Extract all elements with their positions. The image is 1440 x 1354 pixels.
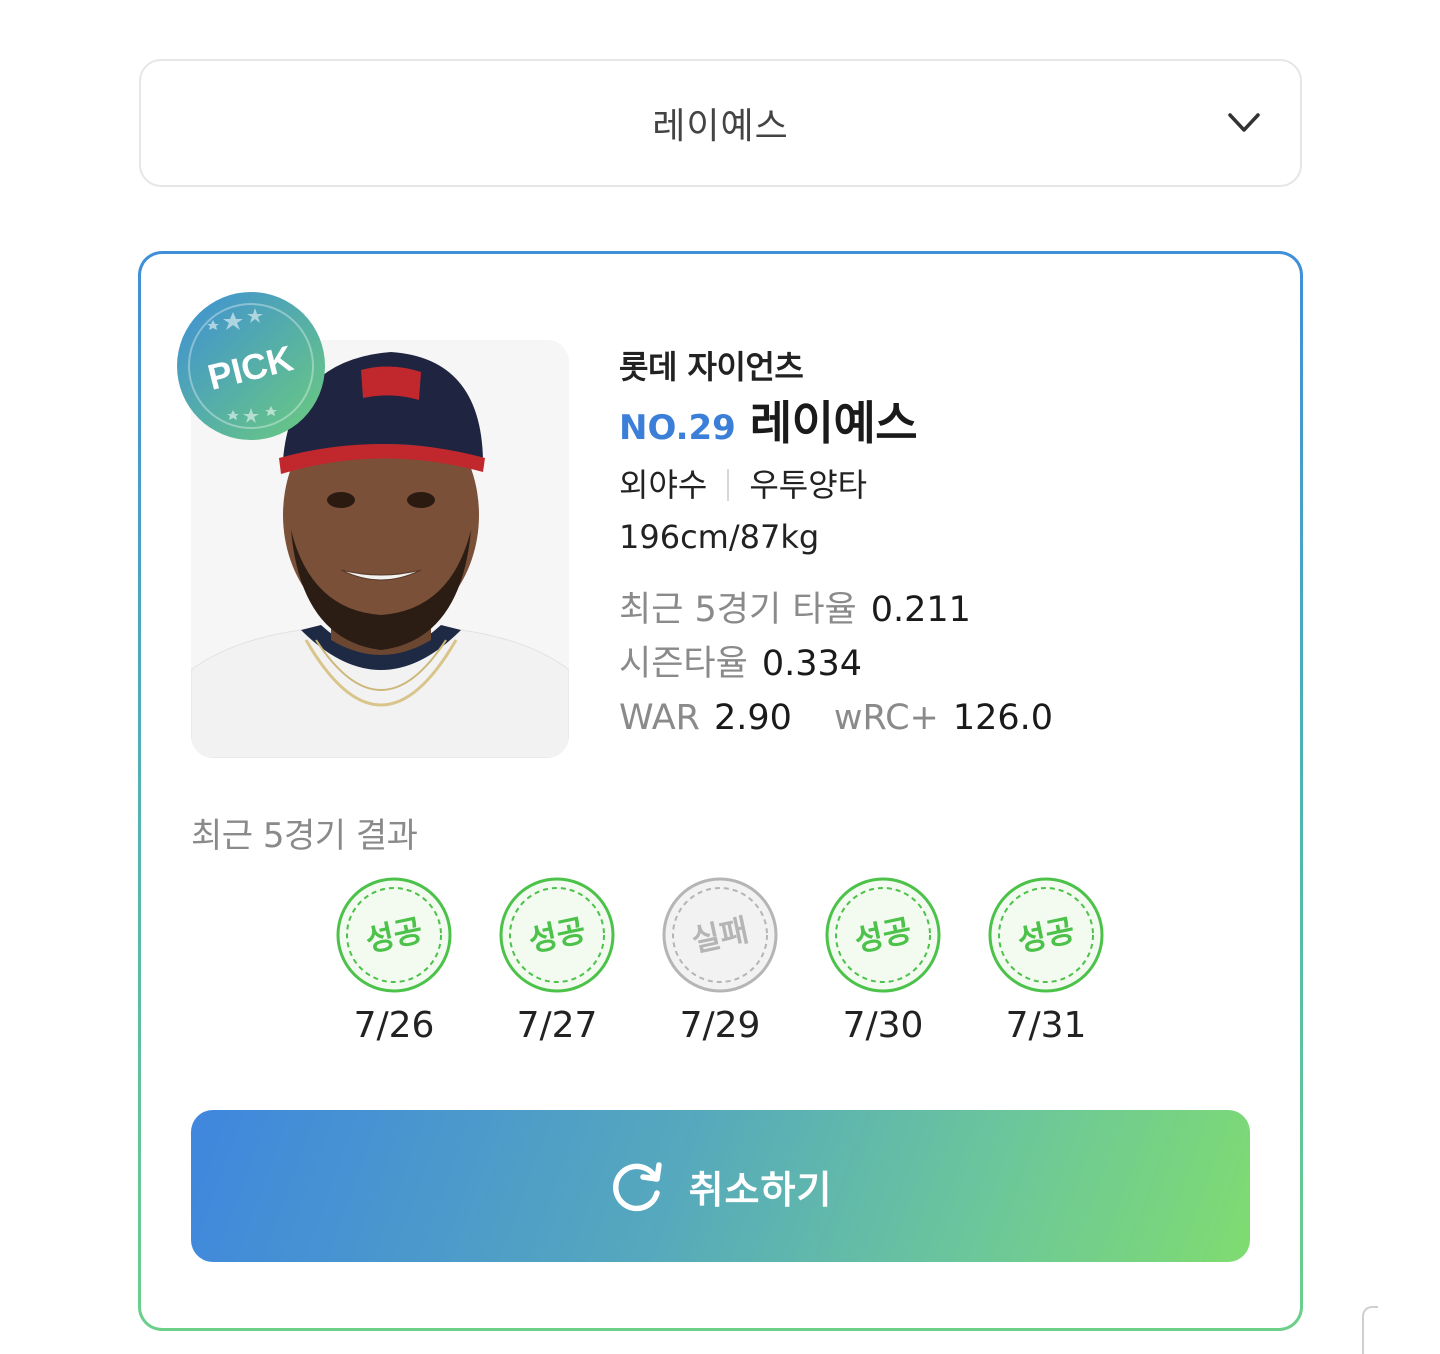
- team-name: 롯데 자이언츠: [619, 348, 804, 386]
- cancel-button-label: 취소하기: [688, 1167, 833, 1212]
- result-item: 성공 7/30: [824, 876, 942, 1048]
- result-date: 7/26: [353, 1005, 435, 1046]
- stat-label: wRC+: [833, 698, 939, 738]
- success-stamp-icon: 성공: [825, 877, 941, 993]
- result-item: 성공 7/26: [335, 876, 453, 1048]
- refresh-icon: [612, 1162, 662, 1212]
- stat-recent5-avg: 최근 5경기 타율 0.211: [619, 583, 1219, 637]
- stat-season-avg: 시즌타율 0.334: [619, 637, 1219, 691]
- pick-badge: PICK: [177, 292, 325, 440]
- stat-war-wrc: WAR 2.90 wRC+ 126.0: [619, 691, 1219, 745]
- stat-label: 최근 5경기 타율: [619, 590, 857, 630]
- result-date: 7/29: [679, 1005, 761, 1046]
- player-name-row: NO.29 레이예스: [619, 392, 1219, 459]
- player-name: 레이예스: [749, 396, 918, 450]
- player-stats: 최근 5경기 타율 0.211 시즌타율 0.334 WAR 2.90 wRC+…: [619, 583, 1219, 745]
- result-item: 성공 7/31: [987, 876, 1105, 1048]
- chevron-down-icon: [1228, 113, 1260, 132]
- success-stamp-icon: 성공: [499, 877, 615, 993]
- position-row: 외야수 우투양타: [619, 459, 1219, 511]
- player-select[interactable]: 레이예스: [139, 59, 1302, 187]
- success-stamp-icon: 성공: [336, 877, 452, 993]
- result-item: 성공 7/27: [498, 876, 616, 1048]
- player-bats-throws: 우투양타: [749, 466, 868, 504]
- recent-results-title: 최근 5경기 결과: [191, 816, 418, 856]
- result-date: 7/27: [516, 1005, 598, 1046]
- player-select-value: 레이예스: [652, 106, 789, 147]
- fail-stamp-icon: 실패: [662, 877, 778, 993]
- success-stamp-icon: 성공: [988, 877, 1104, 993]
- player-info: 롯데 자이언츠 NO.29 레이예스 외야수 우투양타 196cm/87kg 최…: [619, 344, 1219, 745]
- meta-divider: [727, 469, 730, 501]
- stat-label: WAR: [619, 698, 700, 738]
- recent-results-list: 성공 7/26 성공 7/27 실패 7/29 성공 7/30 성공 7/31: [335, 876, 1105, 1048]
- stat-value: 0.211: [870, 590, 971, 630]
- stat-value: 126.0: [952, 698, 1054, 738]
- result-date: 7/30: [842, 1005, 924, 1046]
- result-date: 7/31: [1005, 1005, 1087, 1046]
- result-item: 실패 7/29: [661, 876, 779, 1048]
- player-position: 외야수: [619, 466, 708, 504]
- offscreen-element-edge: [1362, 1306, 1378, 1354]
- player-card: PICK 롯데 자이언츠 NO.29 레이예스 외야수 우투양타 196cm/8…: [138, 251, 1303, 1331]
- player-number: NO.29: [619, 408, 736, 448]
- cancel-button[interactable]: 취소하기: [191, 1110, 1250, 1262]
- stat-value: 0.334: [761, 644, 863, 684]
- stat-label: 시즌타율: [619, 644, 748, 684]
- stat-value: 2.90: [713, 698, 792, 738]
- player-body: 196cm/87kg: [619, 518, 820, 556]
